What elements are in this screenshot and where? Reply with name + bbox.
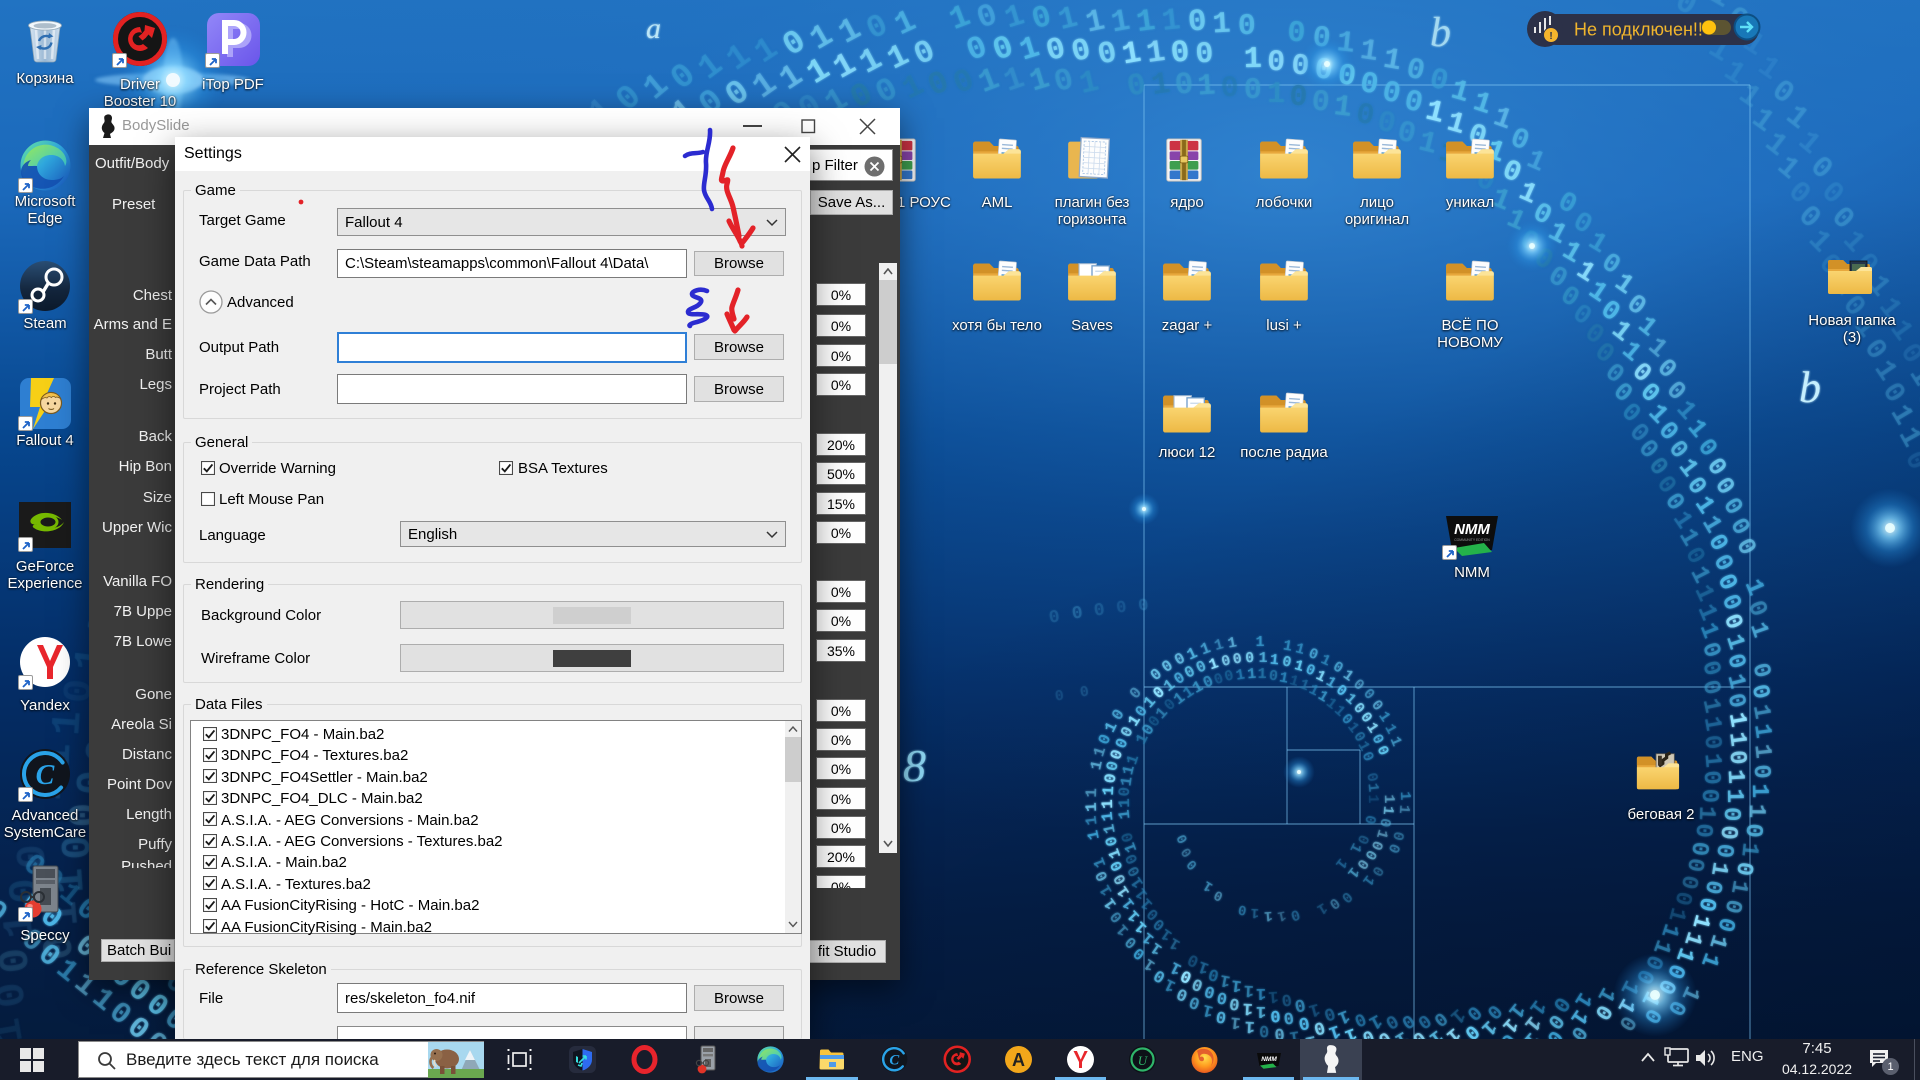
svg-text:A: A [1012, 1050, 1025, 1070]
svg-text:U: U [1138, 1053, 1149, 1068]
svg-text:NMM: NMM [1261, 1056, 1277, 1063]
svg-text:C: C [889, 1053, 899, 1069]
